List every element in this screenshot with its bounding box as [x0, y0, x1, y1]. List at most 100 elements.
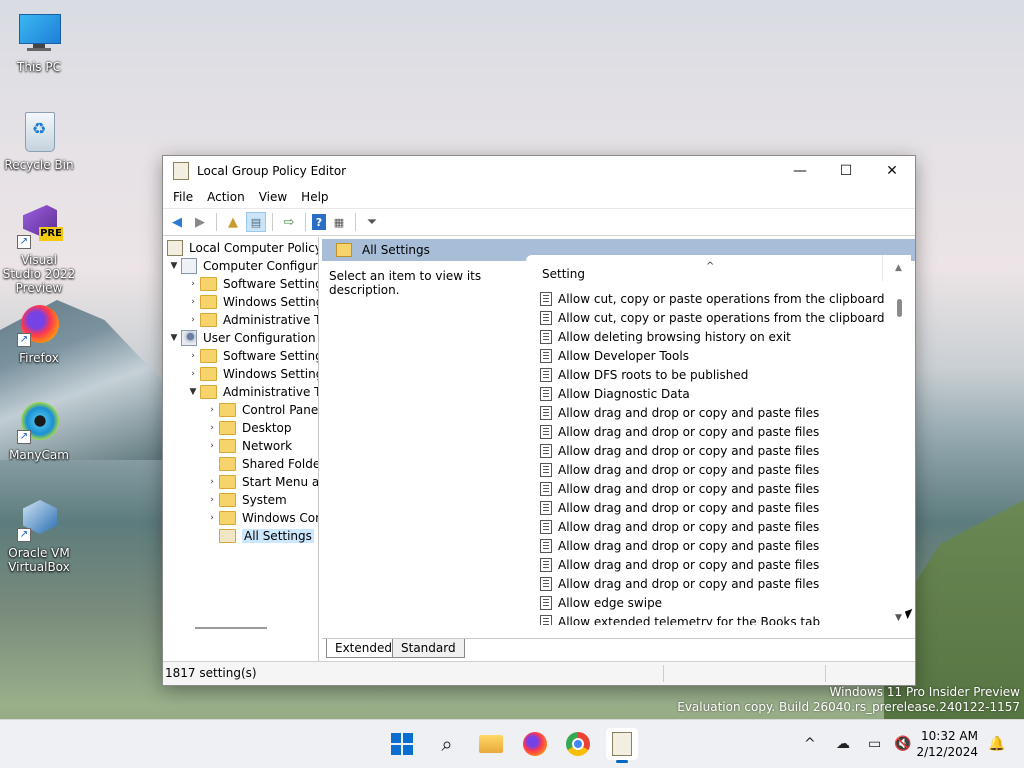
chevron-right-icon[interactable]: › [205, 495, 219, 505]
back-arrow-icon[interactable]: ◀ [167, 212, 187, 232]
chevron-right-icon[interactable]: › [205, 441, 219, 451]
chevron-right-icon[interactable]: › [186, 279, 200, 289]
column-divider[interactable] [882, 255, 883, 281]
column-header-setting[interactable]: Setting [542, 267, 585, 281]
setting-row[interactable]: Allow drag and drop or copy and paste fi… [540, 498, 885, 517]
tree-node-all-settings[interactable]: All Settings [205, 527, 314, 545]
properties-icon[interactable]: ▦ [329, 212, 349, 232]
maximize-button[interactable]: ☐ [823, 156, 869, 186]
tree-node-desktop[interactable]: › Desktop [205, 419, 292, 437]
chevron-right-icon[interactable]: › [186, 315, 200, 325]
setting-row[interactable]: Allow drag and drop or copy and paste fi… [540, 574, 885, 593]
tree-node-windows-components[interactable]: › Windows Cor [205, 509, 318, 527]
filter-icon[interactable]: ⏷ [362, 212, 382, 232]
setting-row[interactable]: Allow drag and drop or copy and paste fi… [540, 479, 885, 498]
tree-node-shared-folders[interactable]: Shared Folder [205, 455, 318, 473]
desktop-icon-recycle-bin[interactable]: ♻ Recycle Bin [1, 110, 77, 172]
tree-node-network[interactable]: › Network [205, 437, 292, 455]
policy-setting-icon [540, 348, 552, 363]
export-list-icon[interactable]: ⇨ [279, 212, 299, 232]
tree-node-system[interactable]: › System [205, 491, 287, 509]
menu-view[interactable]: View [252, 190, 294, 204]
chevron-right-icon[interactable]: › [205, 423, 219, 433]
menu-help[interactable]: Help [294, 190, 335, 204]
chevron-right-icon[interactable]: › [186, 297, 200, 307]
tab-standard[interactable]: Standard [392, 639, 465, 658]
network-icon[interactable]: ▭ [868, 720, 881, 768]
chevron-down-icon[interactable]: ▼ [186, 387, 200, 397]
setting-row[interactable]: Allow DFS roots to be published [540, 365, 885, 384]
chrome-icon[interactable] [562, 728, 594, 760]
chevron-right-icon[interactable]: › [205, 477, 219, 487]
tree-node-local-computer-policy[interactable]: Local Computer Policy [167, 239, 318, 257]
setting-row[interactable]: Allow edge swipe [540, 593, 885, 612]
tree-node-start-menu[interactable]: › Start Menu ar [205, 473, 318, 491]
vertical-scrollbar[interactable]: ▲ ▼ [894, 263, 906, 623]
close-button[interactable]: ✕ [869, 156, 915, 186]
tree-pane[interactable]: Local Computer Policy ▼ Computer Configu… [163, 237, 319, 661]
desktop-icon-visual-studio[interactable]: PRE ↗ Visual Studio 2022 Preview [1, 205, 77, 295]
help-icon[interactable]: ? [312, 214, 326, 230]
start-button[interactable] [386, 728, 418, 760]
menu-file[interactable]: File [166, 190, 200, 204]
desktop-icon-virtualbox[interactable]: ↗ Oracle VM VirtualBox [1, 498, 77, 574]
desktop-icon-firefox[interactable]: ↗ Firefox [1, 303, 77, 365]
tree-node-uc-administrative-templates[interactable]: ▼ Administrative Te [186, 383, 318, 401]
tree-node-cc-administrative-templates[interactable]: › Administrative Te [186, 311, 318, 329]
notification-bell-icon[interactable]: 🔔 [988, 720, 1005, 768]
minimize-button[interactable]: — [777, 156, 823, 186]
show-hide-tree-icon[interactable]: ▤ [246, 212, 266, 232]
setting-row[interactable]: Allow extended telemetry for the Books t… [540, 612, 885, 625]
policy-icon [167, 240, 183, 256]
setting-row[interactable]: Allow drag and drop or copy and paste fi… [540, 536, 885, 555]
tab-extended[interactable]: Extended [326, 639, 401, 658]
settings-list[interactable]: ^ Setting Allow cut, copy or paste opera… [526, 255, 911, 625]
shortcut-arrow-icon: ↗ [17, 333, 31, 347]
scroll-down-icon[interactable]: ▼ [895, 613, 902, 623]
setting-row[interactable]: Allow drag and drop or copy and paste fi… [540, 460, 885, 479]
firefox-taskbar-icon[interactable] [519, 728, 551, 760]
tree-node-user-configuration[interactable]: ▼ User Configuration [167, 329, 316, 347]
up-folder-icon[interactable]: ▲ [223, 212, 243, 232]
setting-row[interactable]: Allow cut, copy or paste operations from… [540, 308, 885, 327]
title-bar[interactable]: Local Group Policy Editor — ☐ ✕ [163, 156, 915, 186]
tree-node-computer-configuration[interactable]: ▼ Computer Configura [167, 257, 318, 275]
policy-setting-icon [540, 329, 552, 344]
group-policy-editor-taskbar-icon[interactable] [606, 728, 638, 763]
setting-row[interactable]: Allow Diagnostic Data [540, 384, 885, 403]
search-icon[interactable]: ⌕ [431, 728, 463, 760]
chevron-right-icon[interactable]: › [205, 513, 219, 523]
tree-node-uc-windows-settings[interactable]: › Windows Setting [186, 365, 318, 383]
chevron-right-icon[interactable]: › [205, 405, 219, 415]
scroll-thumb[interactable] [897, 299, 902, 317]
folder-icon [219, 511, 236, 525]
forward-arrow-icon[interactable]: ▶ [190, 212, 210, 232]
setting-row[interactable]: Allow drag and drop or copy and paste fi… [540, 441, 885, 460]
tree-node-control-panel[interactable]: › Control Panel [205, 401, 318, 419]
tree-horizontal-scrollbar[interactable] [195, 627, 267, 629]
chevron-down-icon[interactable]: ▼ [167, 261, 181, 271]
setting-row[interactable]: Allow drag and drop or copy and paste fi… [540, 517, 885, 536]
show-hidden-icons-chevron-icon[interactable]: ^ [804, 720, 816, 768]
menu-action[interactable]: Action [200, 190, 252, 204]
setting-row[interactable]: Allow drag and drop or copy and paste fi… [540, 403, 885, 422]
volume-muted-icon[interactable]: 🔇 [894, 720, 911, 768]
setting-row[interactable]: Allow cut, copy or paste operations from… [540, 289, 885, 308]
tree-node-uc-software-settings[interactable]: › Software Settings [186, 347, 318, 365]
chevron-down-icon[interactable]: ▼ [167, 333, 181, 343]
scroll-up-icon[interactable]: ▲ [895, 263, 902, 273]
setting-row[interactable]: Allow Developer Tools [540, 346, 885, 365]
setting-row[interactable]: Allow drag and drop or copy and paste fi… [540, 422, 885, 441]
setting-row[interactable]: Allow drag and drop or copy and paste fi… [540, 555, 885, 574]
desktop-icon-this-pc[interactable]: This PC [1, 12, 77, 74]
setting-row[interactable]: Allow deleting browsing history on exit [540, 327, 885, 346]
cloud-offline-icon[interactable]: ☁ [836, 720, 850, 768]
policy-setting-icon [540, 595, 552, 610]
tree-node-cc-windows-settings[interactable]: › Windows Setting [186, 293, 318, 311]
file-explorer-icon[interactable] [475, 728, 507, 760]
chevron-right-icon[interactable]: › [186, 351, 200, 361]
chevron-right-icon[interactable]: › [186, 369, 200, 379]
tree-node-cc-software-settings[interactable]: › Software Settings [186, 275, 318, 293]
desktop-icon-manycam[interactable]: ↗ ManyCam [1, 400, 77, 462]
clock[interactable]: 10:32 AM 2/12/2024 [916, 728, 978, 760]
